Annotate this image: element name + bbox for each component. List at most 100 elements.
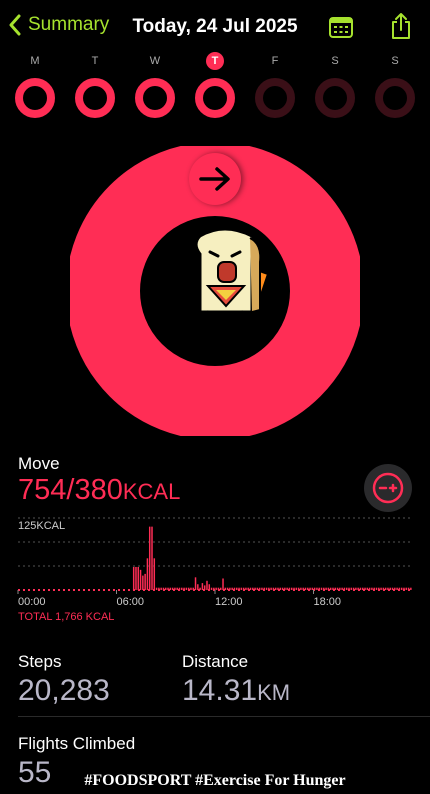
bar <box>226 587 229 590</box>
bar <box>165 587 167 590</box>
bar <box>183 587 185 590</box>
bar <box>167 587 169 590</box>
bar <box>350 587 353 590</box>
share-button[interactable] <box>390 12 412 45</box>
bar <box>242 587 245 590</box>
bar <box>132 566 135 590</box>
bar <box>203 585 206 590</box>
bar <box>245 587 247 590</box>
bar <box>398 587 401 590</box>
bar <box>400 587 403 590</box>
bar <box>217 587 220 590</box>
day-friday[interactable]: F <box>252 52 298 120</box>
bar <box>368 587 371 590</box>
goal-adjust-icon <box>372 472 404 504</box>
bar <box>231 587 233 590</box>
bar <box>176 587 178 590</box>
bar <box>160 587 162 590</box>
bar <box>343 587 346 590</box>
bar <box>215 587 217 590</box>
bar <box>208 584 211 590</box>
bar <box>316 587 318 590</box>
bar <box>297 587 300 590</box>
bar <box>151 526 153 590</box>
bar <box>144 573 146 590</box>
day-tuesday[interactable]: T <box>72 52 118 120</box>
bar <box>247 587 249 590</box>
bar <box>311 587 314 590</box>
activity-ring-empty-icon <box>255 78 295 118</box>
day-sunday[interactable]: S <box>372 52 418 120</box>
calendar-button[interactable] <box>329 16 353 43</box>
bar <box>373 587 375 590</box>
bar <box>366 587 369 590</box>
toast-mascot-sticker <box>178 227 270 324</box>
day-saturday[interactable]: S <box>312 52 358 120</box>
bar <box>178 587 181 590</box>
flights-label: Flights Climbed <box>18 734 136 753</box>
bar <box>375 587 378 590</box>
bar <box>341 587 343 590</box>
page-title: Today, 24 Jul 2025 <box>132 16 298 37</box>
day-wednesday[interactable]: W <box>132 52 178 120</box>
bar <box>286 587 288 590</box>
bar <box>268 587 270 590</box>
move-value-number: 754/380 <box>18 474 123 506</box>
move-chart: 125KCAL 00:00 06:00 12:00 18:00 TOTAL 1,766 K… <box>17 517 412 623</box>
bar <box>272 587 275 590</box>
bar <box>405 587 408 590</box>
week-selector: M T W T F S S <box>0 52 430 122</box>
activity-ring-icon <box>75 78 115 118</box>
bar <box>371 587 373 590</box>
day-monday[interactable]: M <box>12 52 58 120</box>
x-tick-label: 06:00 <box>117 596 145 608</box>
bar <box>378 587 380 590</box>
bar <box>355 587 357 590</box>
bar <box>293 587 295 590</box>
bar <box>327 587 330 590</box>
day-label: F <box>271 55 279 67</box>
x-tick-label: 00:00 <box>18 596 46 608</box>
share-icon <box>392 13 410 39</box>
bar <box>339 587 341 590</box>
bar <box>284 587 286 590</box>
bar <box>407 587 410 590</box>
bar <box>336 587 339 590</box>
bar <box>206 580 208 590</box>
bar <box>249 587 252 590</box>
activity-ring-icon <box>195 78 235 118</box>
bar <box>391 587 394 590</box>
activity-ring-icon <box>135 78 175 118</box>
distance-value: 14.31KM <box>182 674 290 708</box>
steps-stat: Steps 20,283 <box>18 652 110 708</box>
bar <box>194 577 197 590</box>
bar <box>181 587 183 590</box>
bar <box>334 587 337 590</box>
divider <box>18 716 430 717</box>
bar <box>224 587 227 590</box>
bar <box>389 587 391 590</box>
steps-value: 20,283 <box>18 674 110 707</box>
bar <box>139 569 142 590</box>
change-goal-button[interactable] <box>364 464 412 512</box>
bar <box>185 587 188 590</box>
total-label: TOTAL 1,766 KCAL <box>18 611 114 623</box>
calendar-icon <box>329 17 353 38</box>
bar <box>162 587 165 590</box>
bar <box>236 587 238 590</box>
bar <box>359 587 362 590</box>
bar <box>307 587 309 590</box>
bar <box>201 583 204 590</box>
bar <box>258 587 261 590</box>
bar <box>323 587 325 590</box>
bar <box>174 587 176 590</box>
bar <box>362 587 364 590</box>
bar <box>261 587 263 590</box>
bar <box>302 587 304 590</box>
bar <box>329 587 332 590</box>
y-axis-label: 125KCAL <box>18 520 65 532</box>
bar <box>384 587 387 590</box>
day-thursday-selected[interactable]: T <box>192 52 238 120</box>
bar <box>229 587 231 590</box>
bar <box>348 587 350 590</box>
